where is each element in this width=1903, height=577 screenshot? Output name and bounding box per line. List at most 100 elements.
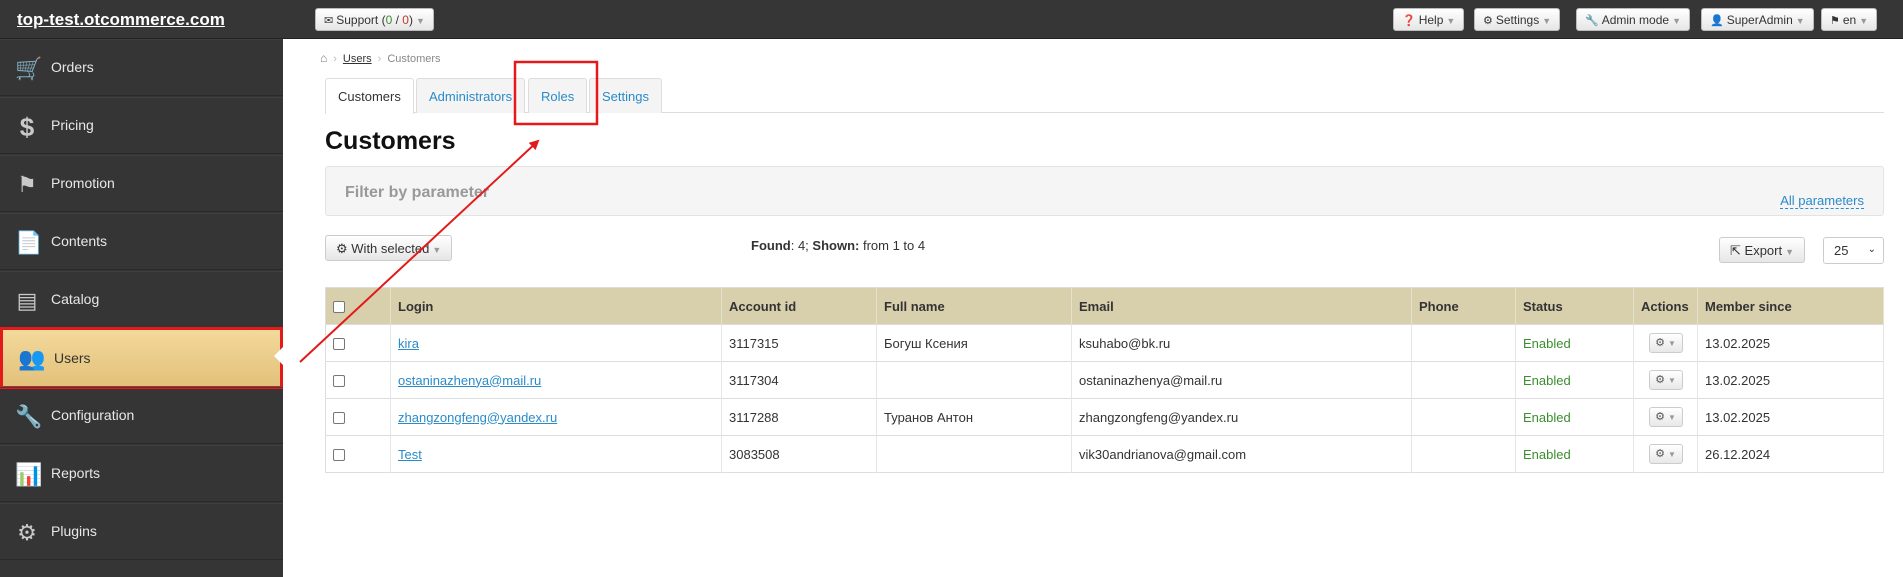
row-checkbox[interactable] <box>333 338 345 351</box>
select-all-checkbox[interactable] <box>333 301 345 314</box>
chevron-down-icon: ⌄ <box>1867 244 1876 255</box>
full-name-cell: Туранов Антон <box>876 398 1072 436</box>
with-selected-label: With selected <box>351 241 430 256</box>
login-cell: Test <box>390 435 722 473</box>
support-close: ) <box>408 13 413 27</box>
tab-roles[interactable]: Roles <box>528 78 588 113</box>
gears-icon: ⚙ <box>1483 15 1493 27</box>
page-size-select[interactable]: 25 ⌄ <box>1823 237 1884 264</box>
breadcrumb: ⌂ › Users › Customers <box>320 51 441 65</box>
chevron-down-icon: ▼ <box>1542 16 1552 26</box>
login-link[interactable]: kira <box>398 336 419 351</box>
all-parameters-link[interactable]: All parameters <box>1780 193 1864 209</box>
sidebar-item-reports[interactable]: 📊 Reports <box>0 445 283 502</box>
language-button[interactable]: ⚑ en ▼ <box>1821 8 1878 31</box>
column-header-member-since[interactable]: Member since <box>1697 287 1884 325</box>
page-size-value: 25 <box>1834 243 1849 258</box>
file-icon: 📄 <box>15 230 43 255</box>
row-actions-button[interactable]: ⚙ ▼ <box>1648 407 1683 427</box>
support-button[interactable]: ✉ Support (0 / 0) ▼ <box>315 8 434 31</box>
gear-icon: ⚙ <box>17 520 37 545</box>
row-actions-button[interactable]: ⚙ ▼ <box>1648 370 1683 390</box>
sidebar-item-contents[interactable]: 📄 Contents <box>0 213 283 270</box>
gear-icon: ⚙ <box>1655 337 1665 349</box>
site-title-link[interactable]: top-test.otcommerce.com <box>17 10 225 30</box>
tab-administrators[interactable]: Administrators <box>416 78 526 113</box>
column-header-email[interactable]: Email <box>1071 287 1412 325</box>
wrench-icon: 🔧 <box>15 404 43 429</box>
login-link[interactable]: ostaninazhenya@mail.ru <box>398 373 541 388</box>
sidebar-item-label: Catalog <box>51 291 100 307</box>
filter-title[interactable]: Filter by parameter <box>345 184 489 202</box>
row-actions-button[interactable]: ⚙ ▼ <box>1648 444 1683 464</box>
with-selected-button[interactable]: ⚙ With selected ▼ <box>325 235 453 261</box>
sidebar-item-promotion[interactable]: ⚑ Promotion <box>0 155 283 212</box>
export-button[interactable]: ⇱ Export ▼ <box>1719 237 1806 263</box>
breadcrumb-users-link[interactable]: Users <box>343 53 372 65</box>
chevron-down-icon: ▼ <box>432 245 442 255</box>
table-row: ostaninazhenya@mail.ru 3117304 ostaninaz… <box>325 361 1884 399</box>
column-header-phone[interactable]: Phone <box>1411 287 1516 325</box>
phone-cell <box>1411 435 1516 473</box>
login-link[interactable]: Test <box>398 447 422 462</box>
column-header-actions: Actions <box>1633 287 1698 325</box>
column-header-status[interactable]: Status <box>1515 287 1634 325</box>
row-select-cell <box>325 398 391 436</box>
active-indicator <box>274 347 283 365</box>
admin-mode-button[interactable]: 🔧 Admin mode ▼ <box>1576 8 1690 31</box>
user-menu-button[interactable]: 👤 SuperAdmin ▼ <box>1701 8 1814 31</box>
sidebar-item-catalog[interactable]: ▤ Catalog <box>0 271 283 328</box>
account-id-cell: 3117304 <box>721 361 877 399</box>
sidebar-item-plugins[interactable]: ⚙ Plugins <box>0 503 283 560</box>
row-select-cell <box>325 435 391 473</box>
column-header-full-name[interactable]: Full name <box>876 287 1072 325</box>
row-checkbox[interactable] <box>333 375 345 388</box>
settings-button[interactable]: ⚙ Settings ▼ <box>1474 8 1561 31</box>
support-label: Support ( <box>336 13 386 27</box>
gear-icon: ⚙ <box>336 241 348 256</box>
row-actions-button[interactable]: ⚙ ▼ <box>1648 333 1683 353</box>
sidebar-item-label: Configuration <box>51 407 135 423</box>
catalog-icon: ▤ <box>16 288 38 313</box>
row-checkbox[interactable] <box>333 449 345 462</box>
sidebar-item-orders[interactable]: 🛒 Orders <box>0 39 283 96</box>
filter-panel: Filter by parameter All parameters <box>325 166 1884 216</box>
account-id-cell: 3083508 <box>721 435 877 473</box>
cart-icon: 🛒 <box>15 56 43 81</box>
envelope-icon: ✉ <box>324 15 334 27</box>
support-slash: / <box>392 13 403 27</box>
shown-label: Shown: <box>812 238 860 253</box>
member-since-cell: 13.02.2025 <box>1697 361 1884 399</box>
gear-icon: ⚙ <box>1655 374 1665 386</box>
sidebar-item-users[interactable]: 👥 Users <box>0 327 283 389</box>
phone-cell <box>1411 324 1516 362</box>
home-icon[interactable]: ⌂ <box>320 51 327 65</box>
status-cell: Enabled <box>1515 398 1634 436</box>
row-checkbox[interactable] <box>333 412 345 425</box>
user-icon: 👤 <box>1710 15 1724 27</box>
table-row: zhangzongfeng@yandex.ru 3117288 Туранов … <box>325 398 1884 436</box>
sidebar-item-pricing[interactable]: $ Pricing <box>0 97 283 154</box>
tab-customers[interactable]: Customers <box>325 78 414 114</box>
users-icon: 👥 <box>18 346 46 371</box>
login-cell: ostaninazhenya@mail.ru <box>390 361 722 399</box>
column-header-account-id[interactable]: Account id <box>721 287 877 325</box>
top-bar: top-test.otcommerce.com ✉ Support (0 / 0)… <box>0 0 1903 39</box>
full-name-cell <box>876 361 1072 399</box>
login-link[interactable]: zhangzongfeng@yandex.ru <box>398 410 557 425</box>
sidebar-item-label: Plugins <box>51 523 97 539</box>
row-select-cell <box>325 324 391 362</box>
help-label: Help <box>1418 13 1444 27</box>
sidebar-item-label: Pricing <box>51 117 94 133</box>
shown-value: from 1 to 4 <box>859 238 926 253</box>
gear-icon: ⚙ <box>1655 448 1665 460</box>
full-name-cell <box>876 435 1072 473</box>
column-header-login[interactable]: Login <box>390 287 722 325</box>
found-value: : 4; <box>790 238 813 253</box>
status-cell: Enabled <box>1515 435 1634 473</box>
full-name-cell: Богуш Ксения <box>876 324 1072 362</box>
select-all-cell <box>325 287 391 325</box>
sidebar-item-configuration[interactable]: 🔧 Configuration <box>0 387 283 444</box>
help-button[interactable]: ❓ Help ▼ <box>1393 8 1465 31</box>
tab-settings[interactable]: Settings <box>589 78 662 113</box>
